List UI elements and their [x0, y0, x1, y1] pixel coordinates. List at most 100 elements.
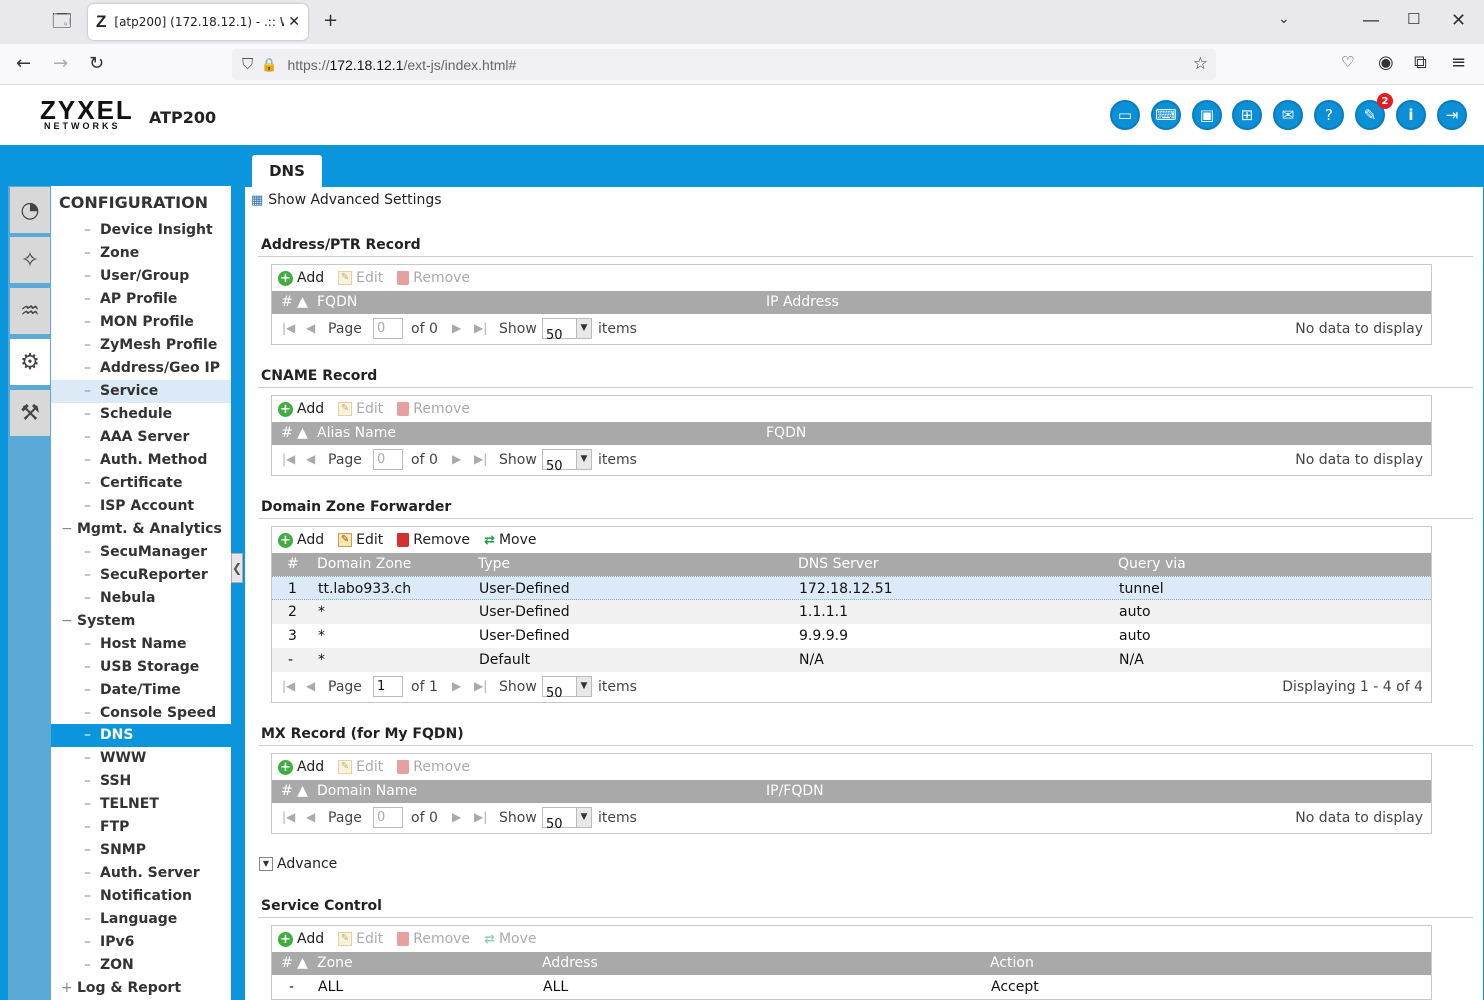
column-header[interactable]: Domain Zone: [317, 556, 411, 572]
wizard-icon[interactable]: ✧: [10, 237, 50, 283]
column-header[interactable]: Alias Name: [317, 425, 396, 441]
next-page-icon[interactable]: ▶: [452, 679, 461, 693]
close-tab-icon[interactable]: ✕: [288, 14, 300, 30]
sidebar-item-aaa-server[interactable]: – AAA Server: [51, 426, 231, 449]
monitor-icon[interactable]: ♒: [10, 288, 50, 334]
show-advanced-settings[interactable]: ▦ Show Advanced Settings: [251, 192, 442, 208]
sidebar-item-log-report[interactable]: + Log & Report: [51, 977, 231, 1000]
column-header[interactable]: # ▲: [281, 425, 308, 441]
column-header[interactable]: Address: [542, 955, 598, 971]
prev-page-icon[interactable]: ◀: [306, 452, 315, 466]
chat-icon[interactable]: ✉: [1273, 100, 1303, 130]
sidebar-item-schedule[interactable]: – Schedule: [51, 403, 231, 426]
page-number-input[interactable]: 0: [373, 807, 403, 828]
back-icon[interactable]: ←: [16, 55, 31, 73]
pocket-icon[interactable]: ♡: [1341, 55, 1354, 70]
sidebar-item-service[interactable]: – Service: [51, 380, 231, 403]
sidebar-item-ap-profile[interactable]: – AP Profile: [51, 288, 231, 311]
sidebar-item-telnet[interactable]: – TELNET: [51, 793, 231, 816]
maintenance-tools-icon[interactable]: ⚒: [10, 390, 50, 436]
first-page-icon[interactable]: |◀: [282, 321, 295, 335]
column-header[interactable]: IP/FQDN: [766, 783, 824, 799]
column-header[interactable]: IP Address: [766, 294, 839, 310]
prev-page-icon[interactable]: ◀: [306, 679, 315, 693]
move-button[interactable]: ⇄ Move: [484, 931, 536, 947]
last-page-icon[interactable]: ▶|: [474, 810, 487, 824]
sidebar-item-ipv6[interactable]: – IPv6: [51, 931, 231, 954]
table-row[interactable]: 3 * User-Defined 9.9.9.9 auto: [272, 624, 1431, 648]
sidebar-item-mon-profile[interactable]: – MON Profile: [51, 311, 231, 334]
first-page-icon[interactable]: |◀: [282, 810, 295, 824]
dashboard-icon[interactable]: ◔: [10, 187, 50, 233]
table-row[interactable]: - ALL ALL Accept: [272, 975, 1431, 999]
next-page-icon[interactable]: ▶: [452, 321, 461, 335]
last-page-icon[interactable]: ▶|: [474, 321, 487, 335]
sidebar-item-www[interactable]: – WWW: [51, 747, 231, 770]
url-bar[interactable]: ⛉ 🔒 https://172.18.12.1/ext-js/index.htm…: [232, 49, 1216, 80]
column-header[interactable]: #: [287, 556, 299, 572]
cli-icon[interactable]: ⌨: [1151, 100, 1181, 130]
info-icon[interactable]: i: [1396, 100, 1426, 130]
sidebar-item-host-name[interactable]: – Host Name: [51, 633, 231, 656]
edit-button[interactable]: ✎ Edit: [338, 270, 383, 286]
sidebar-item-ssh[interactable]: – SSH: [51, 770, 231, 793]
remove-button[interactable]: Remove: [397, 759, 470, 775]
collapse-menu-button[interactable]: ❮: [231, 553, 243, 583]
column-header[interactable]: Action: [990, 955, 1034, 971]
column-header[interactable]: Query via: [1118, 556, 1186, 572]
sidebar-item-secureporter[interactable]: – SecuReporter: [51, 564, 231, 587]
sidebar-item-ftp[interactable]: – FTP: [51, 816, 231, 839]
column-header[interactable]: FQDN: [317, 294, 357, 310]
sidebar-item-dns[interactable]: – DNS: [51, 724, 231, 747]
page-number-input[interactable]: 0: [373, 318, 403, 339]
extensions-icon[interactable]: ⧉: [1414, 54, 1427, 72]
tab-list-icon[interactable]: ⌄: [1278, 12, 1290, 26]
sidebar-item-language[interactable]: – Language: [51, 908, 231, 931]
prev-page-icon[interactable]: ◀: [306, 321, 315, 335]
remove-button[interactable]: Remove: [397, 931, 470, 947]
column-header[interactable]: # ▲: [281, 783, 308, 799]
remove-button[interactable]: Remove: [397, 532, 470, 548]
sidebar-item-zon[interactable]: – ZON: [51, 954, 231, 977]
new-tab-icon[interactable]: +: [323, 12, 338, 30]
column-header[interactable]: Domain Name: [317, 783, 417, 799]
column-header[interactable]: DNS Server: [798, 556, 879, 572]
move-button[interactable]: ⇄ Move: [484, 532, 536, 548]
help-icon[interactable]: ?: [1314, 100, 1344, 130]
table-row[interactable]: 2 * User-Defined 1.1.1.1 auto: [272, 600, 1431, 624]
remove-button[interactable]: Remove: [397, 270, 470, 286]
edit-button[interactable]: ✎ Edit: [338, 759, 383, 775]
advance-toggle[interactable]: ▼ Advance: [259, 856, 337, 872]
next-page-icon[interactable]: ▶: [452, 452, 461, 466]
last-page-icon[interactable]: ▶|: [474, 452, 487, 466]
table-row[interactable]: 1 tt.labo933.ch User-Defined 172.18.12.51 tu…: [272, 576, 1431, 600]
first-page-icon[interactable]: |◀: [282, 452, 295, 466]
sidebar-item-isp-account[interactable]: – ISP Account: [51, 495, 231, 518]
page-size-select[interactable]: 50 ▼: [542, 318, 592, 343]
column-header[interactable]: # ▲: [281, 294, 308, 310]
page-size-select[interactable]: 50 ▼: [542, 807, 592, 832]
edit-button[interactable]: ✎ Edit: [338, 401, 383, 417]
sidebar-item-zymesh-profile[interactable]: – ZyMesh Profile: [51, 334, 231, 357]
sidebar-item-system[interactable]: − System: [51, 610, 231, 633]
sidebar-item-auth-method[interactable]: – Auth. Method: [51, 449, 231, 472]
page-number-input[interactable]: 1: [373, 676, 403, 697]
sidebar-item-address-geo-ip[interactable]: – Address/Geo IP: [51, 357, 231, 380]
column-header[interactable]: Zone: [317, 955, 353, 971]
add-button[interactable]: + Add: [278, 532, 324, 548]
minimize-icon[interactable]: —: [1362, 12, 1380, 30]
sidebar-item-auth-server[interactable]: – Auth. Server: [51, 862, 231, 885]
sidebar-item-device-insight[interactable]: – Device Insight: [51, 219, 231, 242]
column-header[interactable]: Type: [478, 556, 510, 572]
logout-icon[interactable]: ⇥: [1437, 100, 1467, 130]
sidebar-item-certificate[interactable]: – Certificate: [51, 472, 231, 495]
window-icon[interactable]: ▣: [1192, 100, 1222, 130]
sidebar-item-date-time[interactable]: – Date/Time: [51, 679, 231, 702]
last-page-icon[interactable]: ▶|: [474, 679, 487, 693]
page-number-input[interactable]: 0: [373, 449, 403, 470]
network-map-icon[interactable]: ⊞: [1232, 100, 1262, 130]
configuration-gear-icon[interactable]: ⚙: [10, 339, 50, 385]
tab-dns[interactable]: DNS: [252, 155, 322, 187]
maximize-icon[interactable]: ☐: [1407, 12, 1420, 27]
edit-button[interactable]: ✎ Edit: [338, 931, 383, 947]
